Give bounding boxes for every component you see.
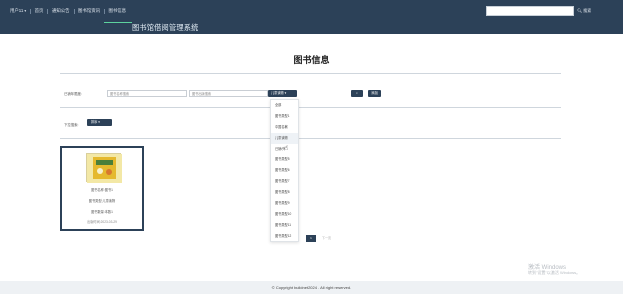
divider — [60, 107, 561, 108]
book-count: 图书数量:本数1 — [91, 210, 113, 214]
search-icon: 🔍︎ — [577, 8, 583, 13]
dropdown-option[interactable]: 图书类型8 — [271, 187, 298, 198]
book-publisher-search-input[interactable]: 图书出版搜索 — [189, 90, 268, 97]
sort-button[interactable]: 排序 ▾ — [87, 119, 112, 126]
page-1-button[interactable]: 1 — [306, 235, 316, 242]
book-name-search-input[interactable]: 图书名称搜索 — [107, 90, 187, 97]
nav-book-info[interactable]: 图书信息 — [105, 7, 131, 15]
next-page-button[interactable]: 下一页 — [319, 235, 334, 242]
book-cover-icon — [87, 154, 122, 183]
main-nav: 用户11▾ 首页 通知公告 图书馆资讯 图书信息 — [6, 7, 130, 15]
pointer-cursor-icon: ☝ — [284, 145, 289, 152]
dropdown-option[interactable]: 中国名著 — [271, 122, 298, 133]
chevron-down-icon: ▾ — [98, 120, 100, 124]
dropdown-option[interactable]: 全部 — [271, 100, 298, 111]
divider — [60, 138, 561, 139]
chevron-down-icon: ▾ — [24, 9, 27, 13]
footer-copyright: © Copyright buildnet2024 . All right res… — [0, 281, 623, 294]
user-menu[interactable]: 用户11▾ — [6, 7, 30, 15]
dropdown-option[interactable]: 图书类型5 — [271, 154, 298, 165]
book-type-select[interactable]: 儿童读物 ▾ — [268, 90, 297, 97]
search-button[interactable]: ⌕ — [351, 90, 363, 97]
global-search-button[interactable]: 🔍︎ 搜索 — [577, 6, 591, 16]
book-card[interactable]: 图书名称:图书1 图书类型:儿童读物 图书数量:本数1 出版时间:2023-03… — [60, 146, 144, 231]
page-title: 图书信息 — [293, 55, 330, 65]
system-title: 图书馆借阅管理系统 — [132, 23, 199, 32]
nav-library-news[interactable]: 图书馆资讯 — [74, 7, 104, 15]
nav-notice[interactable]: 通知公告 — [48, 7, 74, 15]
dropdown-option[interactable]: 图书类型12 — [271, 231, 298, 242]
dropdown-option[interactable]: 图书类型11 — [271, 220, 298, 231]
global-search-input[interactable] — [486, 6, 574, 16]
dropdown-option[interactable]: 图书类型6 — [271, 165, 298, 176]
book-name: 图书名称:图书1 — [91, 188, 113, 192]
filter-label: 已销年限度: — [64, 92, 82, 96]
dropdown-option[interactable]: 图书类型10 — [271, 209, 298, 220]
divider — [60, 73, 561, 74]
title-banner — [0, 22, 623, 34]
book-cover-image[interactable] — [86, 153, 122, 183]
sort-label: 下拉搜索: — [64, 123, 79, 127]
dropdown-option[interactable]: 图书类型9 — [271, 198, 298, 209]
book-type: 图书类型:儿童读物 — [88, 199, 116, 203]
active-tab-indicator — [104, 22, 132, 23]
dropdown-option[interactable]: 图书类型1 — [271, 111, 298, 122]
search-icon: ⌕ — [356, 91, 358, 95]
windows-activation-hint: 转到"设置"以激活 Windows。 — [528, 270, 581, 275]
nav-home[interactable]: 首页 — [31, 7, 48, 15]
dropdown-option[interactable]: 儿童读物 — [271, 132, 298, 144]
chevron-down-icon: ▾ — [284, 91, 287, 95]
dropdown-option[interactable]: 图书类型7 — [271, 176, 298, 187]
book-type-dropdown: 全部 图书类型1 中国名著 儿童读物 已销/外 图书类型5 图书类型6 图书类型… — [270, 99, 299, 242]
book-date: 出版时间:2023-03-29 — [87, 220, 117, 224]
add-button[interactable]: 添加 — [368, 90, 381, 97]
